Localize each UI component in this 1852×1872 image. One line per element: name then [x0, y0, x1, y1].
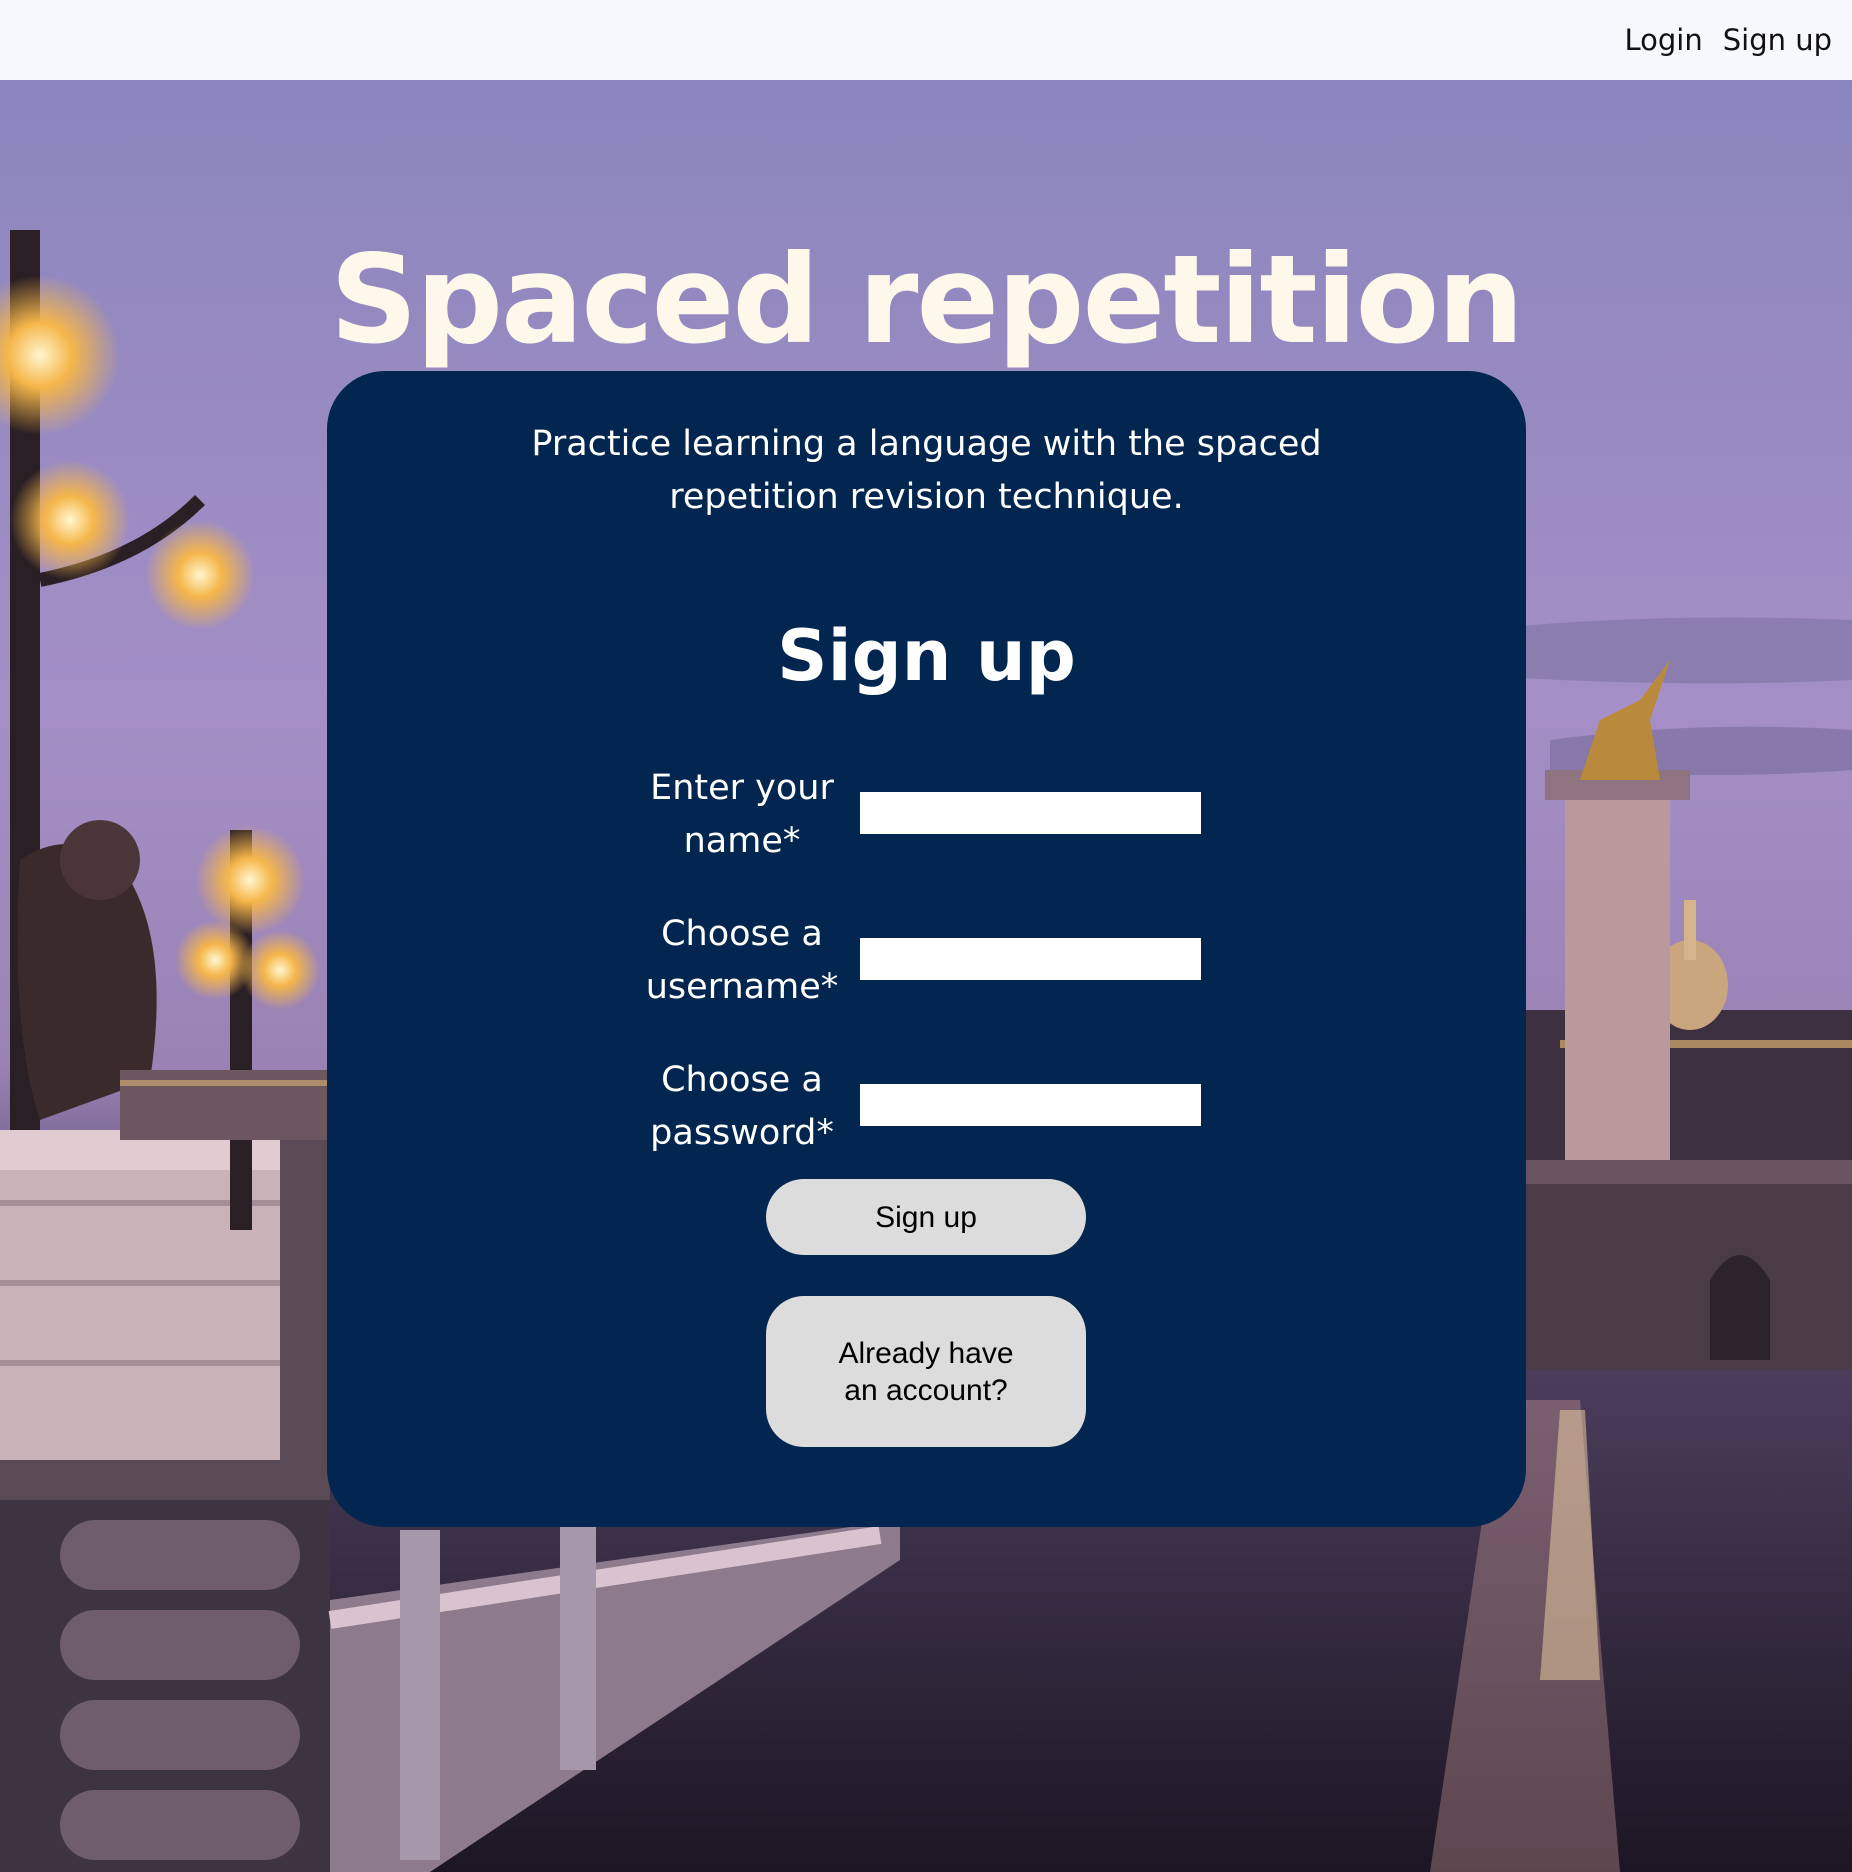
password-input[interactable]	[860, 1084, 1201, 1126]
signup-card: Practice learning a language with the sp…	[327, 371, 1526, 1527]
name-label-line-2: name*	[683, 821, 801, 861]
name-input[interactable]	[860, 792, 1201, 834]
top-nav-bar: Login Sign up	[0, 0, 1852, 80]
password-label-line-2: password*	[650, 1113, 834, 1153]
username-label: Choose a username*	[632, 908, 852, 1014]
name-label: Enter your name*	[632, 762, 852, 868]
intro-line-1: Practice learning a language with the sp…	[531, 424, 1322, 464]
name-label-line-1: Enter your	[650, 768, 834, 808]
already-have-account-button[interactable]: Already have an account?	[766, 1296, 1086, 1447]
signup-link[interactable]: Sign up	[1723, 23, 1832, 57]
password-label: Choose a password*	[632, 1054, 852, 1160]
password-label-line-1: Choose a	[661, 1060, 823, 1100]
top-nav: Login Sign up	[1604, 0, 1832, 80]
intro-line-2: repetition revision technique.	[669, 477, 1184, 517]
username-label-line-1: Choose a	[661, 914, 823, 954]
username-label-line-2: username*	[645, 967, 839, 1007]
username-input[interactable]	[860, 938, 1201, 980]
signup-submit-button[interactable]: Sign up	[766, 1179, 1086, 1255]
intro-text: Practice learning a language with the sp…	[327, 418, 1526, 524]
login-link[interactable]: Login	[1624, 23, 1702, 57]
form-title: Sign up	[777, 615, 1076, 697]
site-title: Spaced repetition	[329, 229, 1524, 371]
